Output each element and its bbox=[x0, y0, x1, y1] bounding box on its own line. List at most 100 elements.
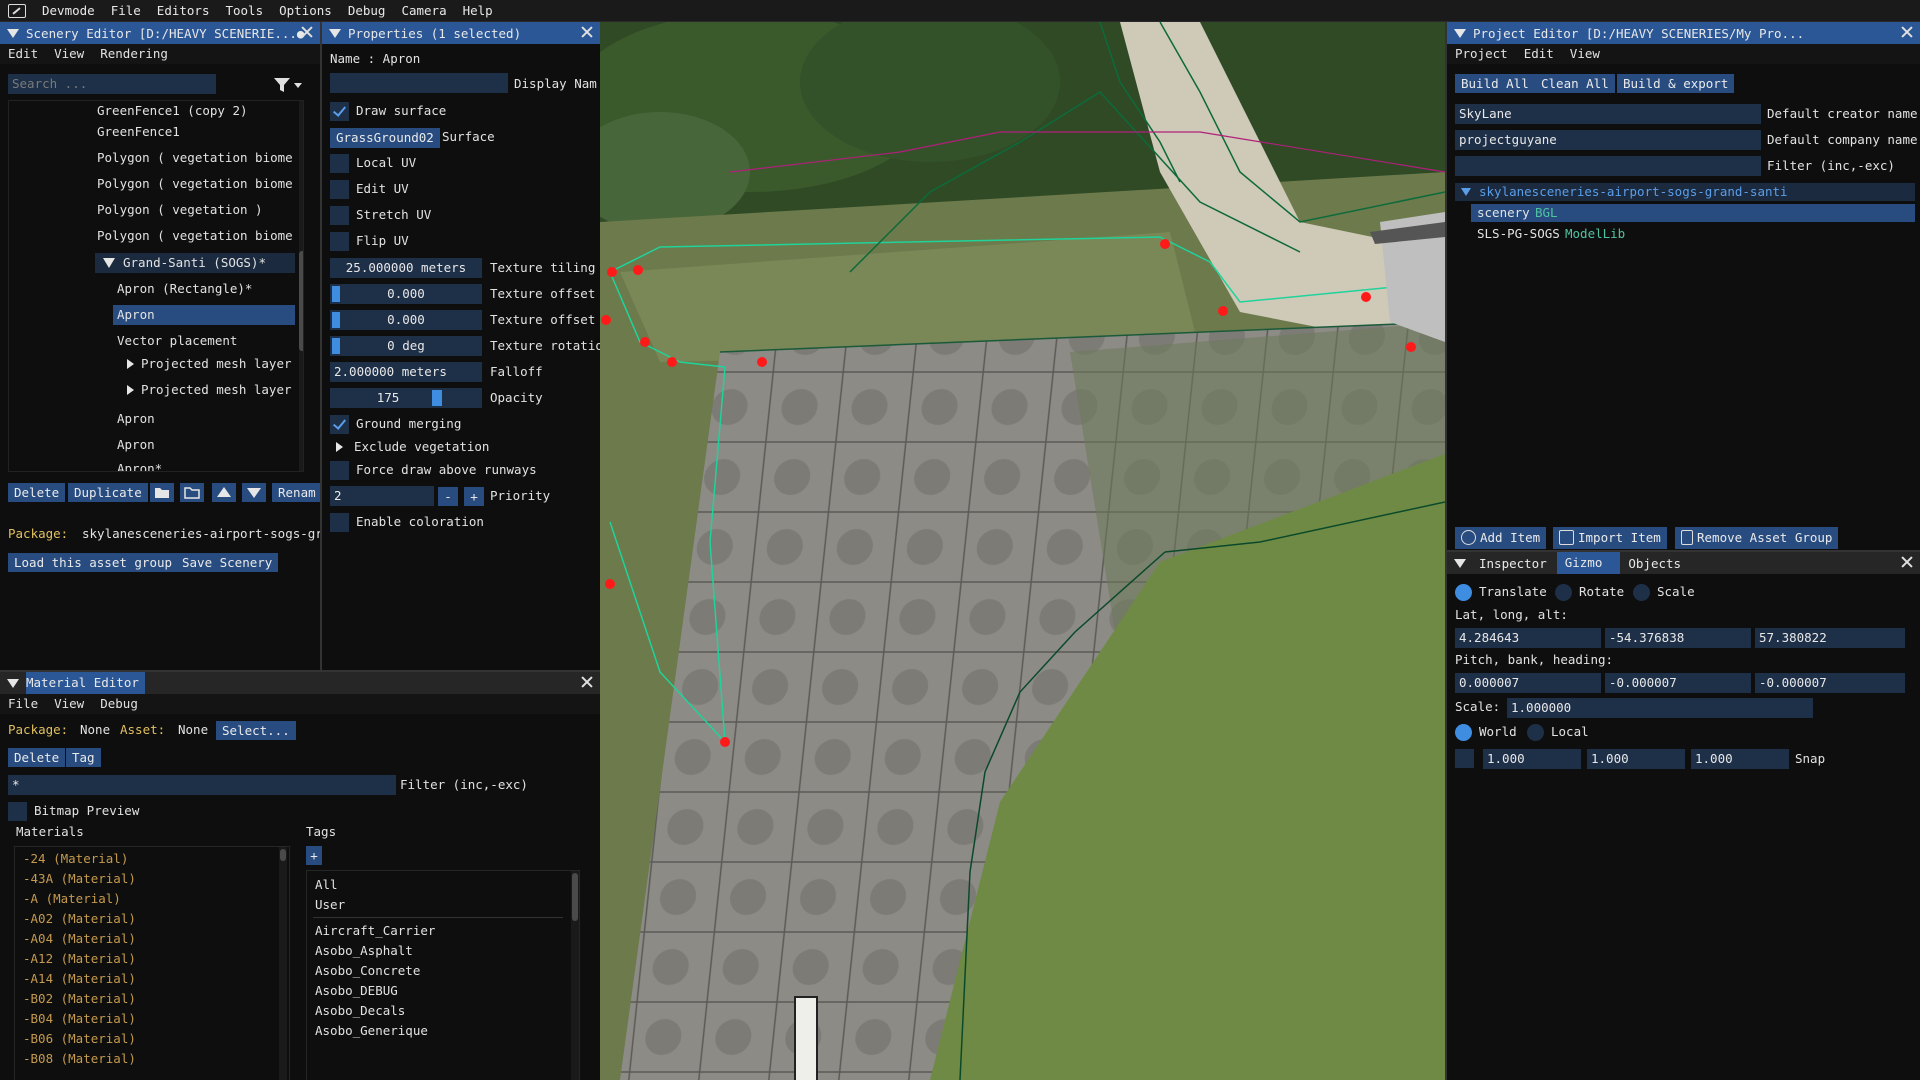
snap-y-input[interactable]: 1.000 bbox=[1587, 749, 1685, 769]
scene-viewport[interactable] bbox=[600, 22, 1445, 1080]
list-item[interactable]: -24 (Material) bbox=[23, 849, 128, 869]
tag-item[interactable]: Asobo_DEBUG bbox=[315, 981, 398, 1001]
menu-edit[interactable]: Edit bbox=[0, 44, 46, 64]
list-item[interactable]: -A04 (Material) bbox=[23, 929, 136, 949]
tab-objects[interactable]: Objects bbox=[1620, 556, 1689, 571]
bank-input[interactable]: -0.000007 bbox=[1605, 673, 1751, 693]
bitmap-preview-checkbox[interactable] bbox=[8, 802, 27, 821]
tab-gizmo[interactable]: Gizmo bbox=[1556, 552, 1621, 574]
priority-decrement-button[interactable]: - bbox=[438, 487, 458, 506]
tag-item[interactable]: Asobo_Concrete bbox=[315, 961, 420, 981]
heading-input[interactable]: -0.000007 bbox=[1755, 673, 1905, 693]
tree-item[interactable]: Apron bbox=[117, 435, 155, 455]
display-name-input[interactable] bbox=[330, 73, 508, 93]
project-item-modellib[interactable]: SLS-PG-SOGS bbox=[1477, 224, 1560, 244]
material-delete-button[interactable]: Delete bbox=[8, 748, 66, 767]
menu-tools[interactable]: Tools bbox=[217, 0, 271, 22]
list-item[interactable]: -B04 (Material) bbox=[23, 1009, 136, 1029]
tag-item[interactable]: Aircraft_Carrier bbox=[315, 921, 435, 941]
expand-down-icon[interactable] bbox=[1461, 188, 1471, 196]
tree-item-apron-selected[interactable]: Apron bbox=[117, 305, 155, 325]
pitch-input[interactable]: 0.000007 bbox=[1455, 673, 1601, 693]
edit-uv-checkbox[interactable] bbox=[330, 180, 349, 199]
snap-checkbox[interactable] bbox=[1455, 749, 1474, 768]
collapse-triangle-icon[interactable] bbox=[7, 678, 19, 688]
save-scenery-button[interactable]: Save Scenery bbox=[176, 553, 279, 572]
material-tag-button[interactable]: Tag bbox=[66, 748, 101, 767]
local-radio[interactable] bbox=[1527, 724, 1544, 741]
priority-input[interactable]: 2 bbox=[330, 486, 434, 506]
menu-rendering[interactable]: Rendering bbox=[92, 44, 176, 64]
flip-uv-checkbox[interactable] bbox=[330, 232, 349, 251]
ground-merging-checkbox[interactable] bbox=[330, 415, 349, 434]
menu-editors[interactable]: Editors bbox=[149, 0, 218, 22]
rename-button[interactable]: Renam bbox=[272, 483, 320, 502]
list-item[interactable]: -43A (Material) bbox=[23, 869, 136, 889]
tree-item[interactable]: Polygon ( vegetation biome bbox=[97, 174, 293, 194]
menu-file[interactable]: File bbox=[0, 694, 46, 714]
force-draw-checkbox[interactable] bbox=[330, 461, 349, 480]
scale-input[interactable]: 1.000000 bbox=[1507, 698, 1813, 718]
close-icon[interactable] bbox=[1900, 25, 1914, 39]
expand-right-icon[interactable] bbox=[127, 385, 134, 395]
tree-scrollbar[interactable] bbox=[299, 101, 303, 471]
snap-x-input[interactable]: 1.000 bbox=[1483, 749, 1581, 769]
snap-z-input[interactable]: 1.000 bbox=[1691, 749, 1789, 769]
menu-options[interactable]: Options bbox=[271, 0, 340, 22]
tree-item[interactable]: Apron (Rectangle)* bbox=[117, 279, 252, 299]
menu-debug[interactable]: Debug bbox=[92, 694, 146, 714]
expand-right-icon[interactable] bbox=[336, 442, 343, 452]
build-export-button[interactable]: Build & export bbox=[1617, 74, 1735, 93]
list-item[interactable]: -A02 (Material) bbox=[23, 909, 136, 929]
select-asset-button[interactable]: Select... bbox=[216, 721, 296, 740]
close-icon[interactable] bbox=[1900, 555, 1914, 569]
falloff-input[interactable]: 2.000000 meters bbox=[330, 362, 482, 382]
tree-item[interactable]: Polygon ( vegetation biome bbox=[97, 148, 293, 168]
world-radio[interactable] bbox=[1455, 724, 1472, 741]
enable-coloration-checkbox[interactable] bbox=[330, 513, 349, 532]
menu-debug[interactable]: Debug bbox=[340, 0, 394, 22]
project-filter-input[interactable] bbox=[1455, 156, 1761, 176]
scale-radio[interactable] bbox=[1633, 584, 1650, 601]
folder-icon[interactable] bbox=[180, 483, 204, 502]
menu-camera[interactable]: Camera bbox=[393, 0, 454, 22]
tree-item[interactable]: Polygon ( vegetation biome bbox=[97, 226, 293, 246]
list-item[interactable]: -A14 (Material) bbox=[23, 969, 136, 989]
move-up-icon[interactable] bbox=[212, 483, 236, 502]
filter-icon[interactable] bbox=[272, 76, 306, 94]
material-editor-titlebar[interactable]: Material Editor bbox=[0, 672, 600, 694]
default-creator-input[interactable]: SkyLane bbox=[1455, 104, 1761, 124]
properties-titlebar[interactable]: Properties (1 selected) bbox=[322, 22, 600, 44]
project-editor-titlebar[interactable]: Project Editor [D:/HEAVY SCENERIES/My Pr… bbox=[1447, 22, 1920, 44]
materials-scrollbar[interactable] bbox=[279, 847, 287, 1080]
menu-view[interactable]: View bbox=[46, 44, 92, 64]
menu-file[interactable]: File bbox=[103, 0, 149, 22]
stretch-uv-checkbox[interactable] bbox=[330, 206, 349, 225]
close-icon[interactable] bbox=[300, 25, 314, 39]
tree-item[interactable]: Apron bbox=[117, 409, 155, 429]
menu-help[interactable]: Help bbox=[455, 0, 501, 22]
exclude-vegetation-label[interactable]: Exclude vegetation bbox=[354, 437, 489, 457]
rotate-radio[interactable] bbox=[1555, 584, 1572, 601]
menu-view[interactable]: View bbox=[1562, 44, 1608, 64]
texture-offset-x-slider[interactable]: 0.000 bbox=[330, 284, 482, 304]
draw-surface-checkbox[interactable] bbox=[330, 102, 349, 121]
tree-item[interactable]: Polygon ( vegetation ) bbox=[97, 200, 263, 220]
project-tree-root[interactable]: skylanesceneries-airport-sogs-grand-sant… bbox=[1479, 182, 1788, 202]
close-icon[interactable] bbox=[580, 25, 594, 39]
translate-radio[interactable] bbox=[1455, 584, 1472, 601]
tag-item[interactable]: Asobo_Asphalt bbox=[315, 941, 413, 961]
priority-increment-button[interactable]: + bbox=[464, 487, 484, 506]
local-uv-checkbox[interactable] bbox=[330, 154, 349, 173]
expand-down-icon[interactable] bbox=[103, 258, 115, 268]
collapse-triangle-icon[interactable] bbox=[1454, 558, 1466, 568]
longitude-input[interactable]: -54.376838 bbox=[1605, 628, 1751, 648]
tree-item-grand-santi[interactable]: Grand-Santi (SOGS)* bbox=[123, 253, 266, 273]
tag-item[interactable]: Asobo_Decals bbox=[315, 1001, 405, 1021]
list-item[interactable]: -A (Material) bbox=[23, 889, 121, 909]
load-asset-group-button[interactable]: Load this asset group bbox=[8, 553, 179, 572]
build-all-button[interactable]: Build All bbox=[1455, 74, 1535, 93]
scenery-editor-titlebar[interactable]: Scenery Editor [D:/HEAVY SCENERIE...● bbox=[0, 22, 320, 44]
opacity-slider[interactable]: 175 bbox=[330, 388, 482, 408]
tree-item[interactable]: Projected mesh layer bbox=[141, 354, 292, 374]
